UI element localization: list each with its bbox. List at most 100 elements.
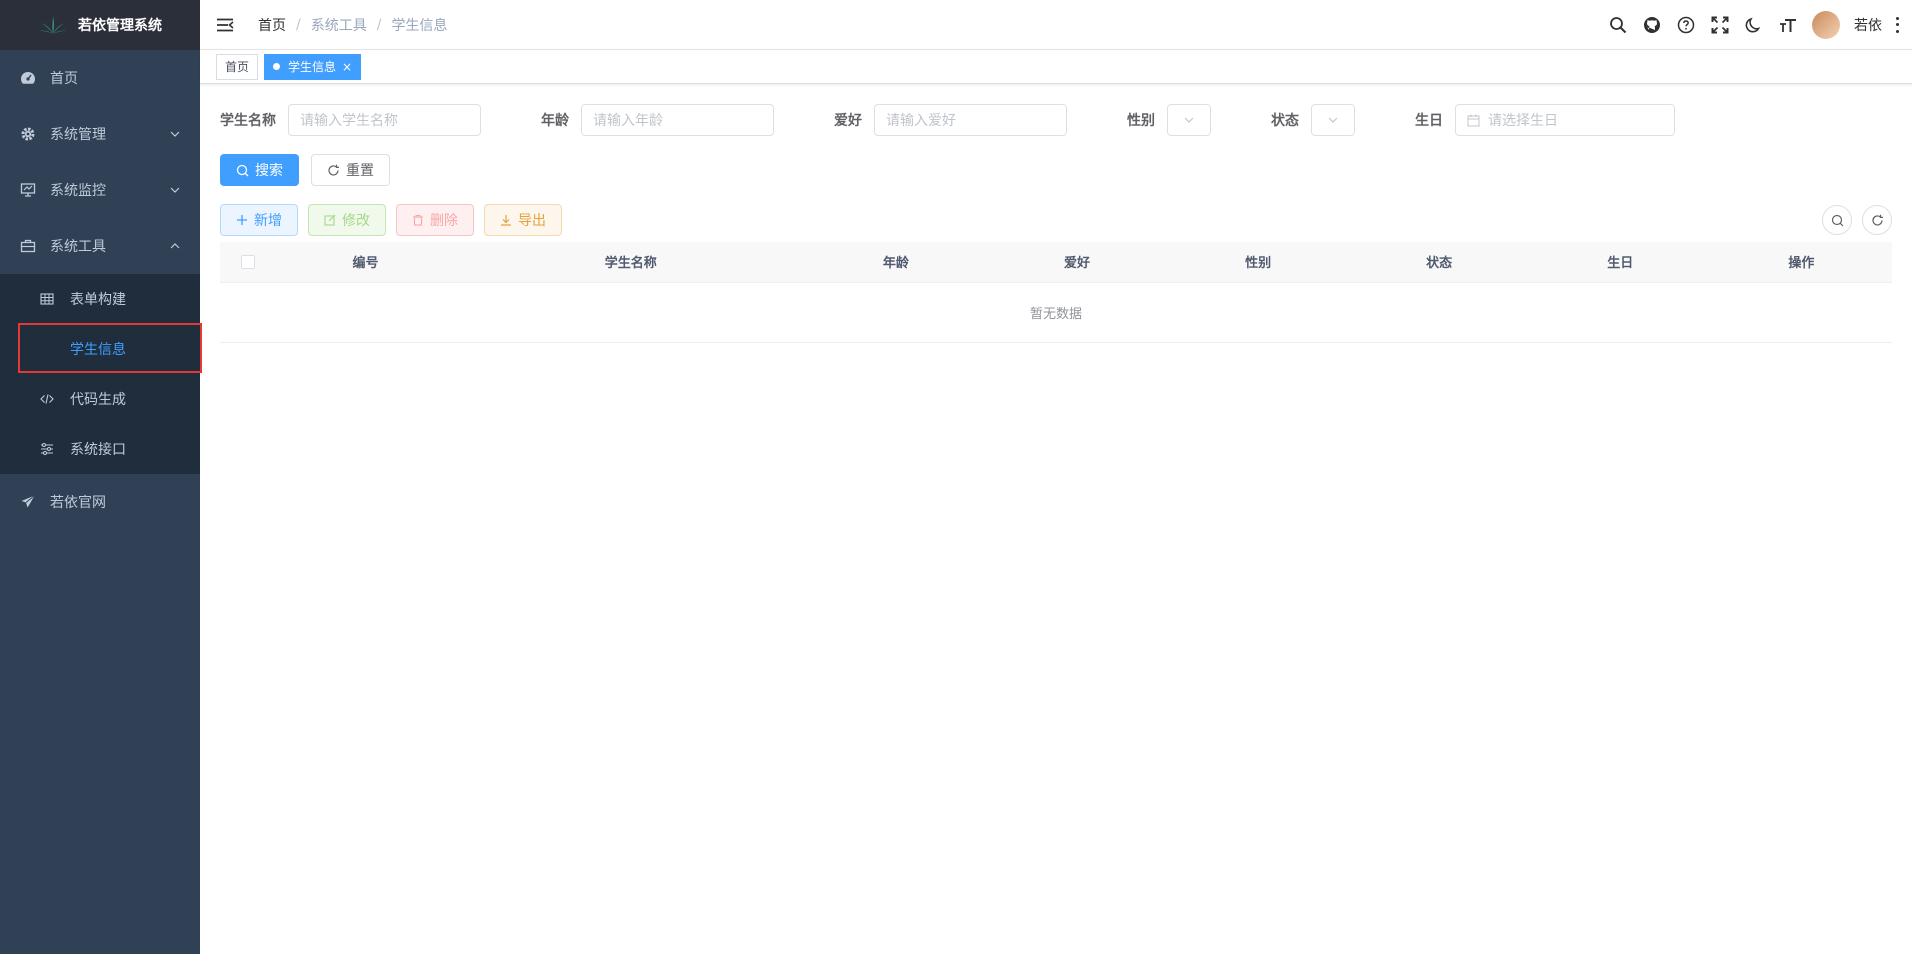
highlight-annotation bbox=[18, 323, 202, 373]
age-label: 年龄 bbox=[541, 113, 569, 129]
export-button[interactable]: 导出 bbox=[484, 204, 562, 236]
chevron-down-icon bbox=[1328, 117, 1338, 123]
hamburger-icon[interactable] bbox=[216, 16, 234, 34]
sidebar-item-system-management[interactable]: 系统管理 bbox=[0, 106, 200, 162]
sliders-icon bbox=[40, 442, 54, 456]
table-icon bbox=[40, 292, 54, 306]
select-all-cell bbox=[220, 242, 275, 283]
chevron-down-icon bbox=[170, 131, 180, 137]
column-header: 性别 bbox=[1167, 242, 1349, 283]
active-dot-icon bbox=[273, 63, 281, 70]
hobby-input[interactable]: 请输入爱好 bbox=[874, 104, 1067, 136]
help-icon[interactable] bbox=[1676, 15, 1696, 35]
column-header: 爱好 bbox=[986, 242, 1168, 283]
sidebar-item-label: 系统接口 bbox=[70, 442, 126, 458]
column-header: 编号 bbox=[275, 242, 457, 283]
toggle-search-button[interactable] bbox=[1822, 205, 1852, 235]
moon-icon[interactable] bbox=[1744, 15, 1764, 35]
search-button[interactable]: 搜索 bbox=[220, 154, 299, 186]
student-name-label: 学生名称 bbox=[220, 113, 276, 129]
column-header: 年龄 bbox=[805, 242, 987, 283]
refresh-icon bbox=[328, 164, 339, 176]
breadcrumb: 首页 / 系统工具 / 学生信息 bbox=[258, 15, 448, 35]
select-all-checkbox[interactable] bbox=[240, 254, 255, 269]
birthday-picker[interactable]: 请选择生日 bbox=[1455, 104, 1675, 136]
dashboard-icon bbox=[20, 70, 36, 86]
sidebar: 若依管理系统 首页 系统管理 系统监控 系统工具 表单构建 学生信息 代码生成 … bbox=[0, 0, 202, 954]
age-input[interactable]: 请输入年龄 bbox=[581, 104, 774, 136]
student-name-input[interactable]: 请输入学生名称 bbox=[288, 104, 481, 136]
send-icon bbox=[20, 494, 36, 510]
sidebar-item-ruoyi-site[interactable]: 若依官网 bbox=[0, 474, 200, 530]
plus-icon bbox=[237, 215, 247, 225]
search-icon[interactable] bbox=[1608, 15, 1628, 35]
tags-view: 首页 学生信息 × bbox=[200, 50, 1912, 84]
sidebar-item-label: 若依官网 bbox=[50, 495, 106, 511]
form-item-age: 年龄 请输入年龄 bbox=[541, 104, 774, 136]
gender-select[interactable] bbox=[1167, 104, 1211, 136]
avatar[interactable] bbox=[1812, 10, 1840, 39]
sidebar-item-label: 系统工具 bbox=[50, 239, 106, 255]
delete-button-label: 删除 bbox=[430, 213, 458, 229]
page-content: 学生名称 请输入学生名称 年龄 请输入年龄 爱好 请输入爱好 性别 状态 生日 … bbox=[200, 84, 1912, 363]
sidebar-item-system-api[interactable]: 系统接口 bbox=[0, 424, 200, 474]
more-vertical-icon[interactable] bbox=[1896, 16, 1900, 33]
add-button[interactable]: 新增 bbox=[220, 204, 298, 236]
form-item-birthday: 生日 请选择生日 bbox=[1415, 104, 1675, 136]
status-select[interactable] bbox=[1311, 104, 1355, 136]
main-area: 首页 / 系统工具 / 学生信息 若依 首页 学生信息 × 学生名称 请输入学生… bbox=[200, 0, 1912, 954]
sidebar-logo[interactable]: 若依管理系统 bbox=[0, 0, 200, 50]
table-toolbar: 新增 修改 删除 导出 bbox=[220, 204, 1892, 236]
refresh-button[interactable] bbox=[1862, 205, 1892, 235]
system-tools-submenu: 表单构建 学生信息 代码生成 系统接口 bbox=[0, 274, 200, 474]
trash-icon bbox=[413, 214, 423, 226]
sidebar-item-label: 首页 bbox=[50, 71, 78, 87]
reset-button[interactable]: 重置 bbox=[311, 154, 390, 186]
search-icon bbox=[236, 164, 249, 176]
sidebar-item-system-tools[interactable]: 系统工具 bbox=[0, 218, 200, 274]
tag-student-info[interactable]: 学生信息 × bbox=[264, 53, 362, 80]
birthday-placeholder: 请选择生日 bbox=[1488, 113, 1558, 129]
empty-row: 暂无数据 bbox=[220, 282, 1892, 343]
status-label: 状态 bbox=[1271, 113, 1299, 129]
refresh-icon bbox=[1871, 214, 1883, 226]
breadcrumb-student-info: 学生信息 bbox=[391, 17, 448, 34]
user-name[interactable]: 若依 bbox=[1854, 15, 1882, 35]
column-header: 操作 bbox=[1710, 242, 1892, 283]
github-icon[interactable] bbox=[1642, 15, 1662, 35]
sidebar-item-label: 代码生成 bbox=[70, 392, 126, 408]
navbar: 首页 / 系统工具 / 学生信息 若依 bbox=[200, 0, 1912, 50]
font-size-icon[interactable] bbox=[1778, 15, 1798, 35]
download-icon bbox=[501, 215, 511, 226]
tag-home[interactable]: 首页 bbox=[216, 53, 259, 80]
sidebar-item-label: 系统监控 bbox=[50, 183, 106, 199]
monitor-icon bbox=[20, 182, 36, 198]
search-actions: 搜索 重置 bbox=[220, 154, 1892, 186]
form-item-status: 状态 bbox=[1271, 104, 1355, 136]
column-header: 生日 bbox=[1529, 242, 1711, 283]
search-form: 学生名称 请输入学生名称 年龄 请输入年龄 爱好 请输入爱好 性别 状态 生日 … bbox=[220, 104, 1892, 136]
close-icon[interactable]: × bbox=[342, 60, 352, 74]
fullscreen-icon[interactable] bbox=[1710, 15, 1730, 35]
chevron-up-icon bbox=[170, 243, 180, 249]
breadcrumb-home[interactable]: 首页 bbox=[258, 15, 286, 35]
toolbox-icon bbox=[20, 238, 36, 254]
edit-icon bbox=[324, 214, 336, 226]
search-button-label: 搜索 bbox=[255, 163, 283, 179]
breadcrumb-system-tools: 系统工具 bbox=[310, 17, 367, 34]
student-table: 编号 学生名称 年龄 爱好 性别 状态 生日 操作 暂无数据 bbox=[220, 242, 1892, 343]
hobby-label: 爱好 bbox=[834, 113, 862, 129]
sidebar-item-form-builder[interactable]: 表单构建 bbox=[0, 274, 200, 324]
sidebar-item-system-monitor[interactable]: 系统监控 bbox=[0, 162, 200, 218]
export-button-label: 导出 bbox=[518, 213, 546, 229]
logo-icon bbox=[39, 16, 67, 34]
column-header: 学生名称 bbox=[456, 242, 806, 283]
form-item-gender: 性别 bbox=[1127, 104, 1211, 136]
edit-button[interactable]: 修改 bbox=[308, 204, 386, 236]
toolbar-right bbox=[1822, 205, 1892, 235]
sidebar-item-home[interactable]: 首页 bbox=[0, 50, 200, 106]
sidebar-item-code-gen[interactable]: 代码生成 bbox=[0, 374, 200, 424]
navbar-right: 若依 bbox=[1608, 10, 1912, 39]
delete-button[interactable]: 删除 bbox=[396, 204, 474, 236]
form-item-hobby: 爱好 请输入爱好 bbox=[834, 104, 1067, 136]
